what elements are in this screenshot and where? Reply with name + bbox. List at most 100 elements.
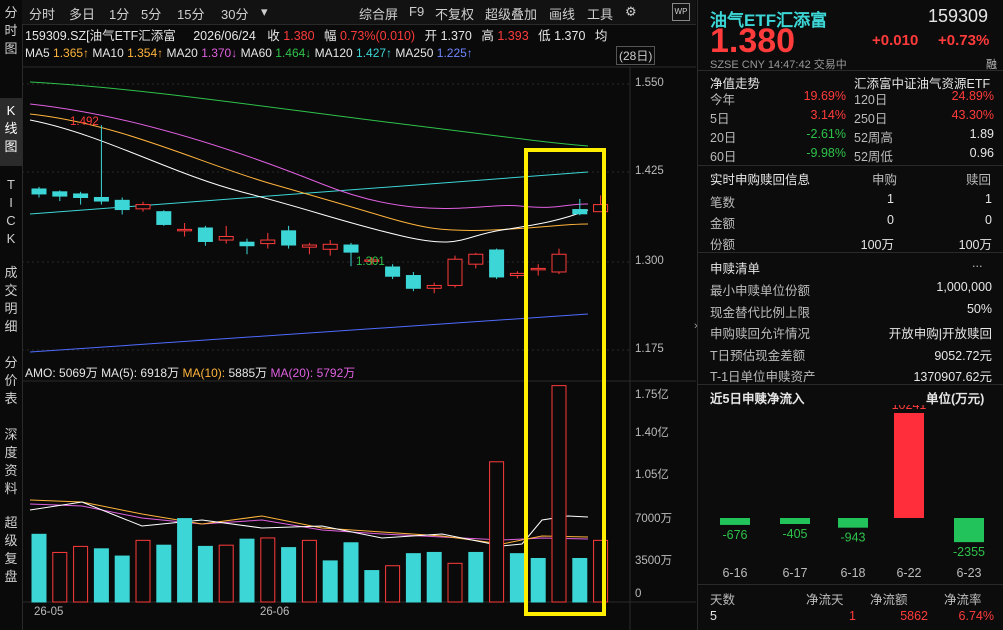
nav-period-label: 20日 — [710, 131, 737, 145]
realtime-row-label: 笔数 — [710, 196, 736, 210]
flow-bar-label: -405 — [782, 527, 807, 541]
volume-bar — [468, 551, 484, 603]
nav-kline[interactable]: K 线 图 — [0, 98, 22, 166]
period-tab-30min[interactable]: 30分 — [218, 3, 251, 24]
candle-body — [301, 244, 317, 248]
list-row-label: 现金替代比例上限 — [710, 305, 811, 320]
candle-body — [177, 228, 193, 232]
nav-period-value: 43.30% — [951, 108, 994, 122]
nav-period-value: 3.14% — [810, 108, 846, 122]
candles — [31, 125, 609, 294]
candle-body — [322, 243, 338, 250]
draw-button[interactable]: 画线 — [546, 3, 578, 24]
kline-chart-area[interactable]: 159309.SZ[油气ETF汇添富 2026/06/24 收 1.380 幅 … — [22, 24, 696, 630]
candle-body — [218, 236, 234, 241]
volume-bar — [551, 385, 567, 603]
realtime-redeem-value: 100万 — [958, 238, 992, 252]
volume-tick: 1.75亿 — [635, 389, 669, 401]
candle-body — [509, 272, 525, 277]
volume-bar — [447, 562, 463, 603]
volume-bar — [239, 538, 255, 603]
nav-tick[interactable]: T I C K — [0, 176, 22, 248]
amo-value: 5069万 — [59, 366, 98, 380]
nav-period-value: -2.61% — [806, 127, 846, 141]
ma5-line — [29, 119, 589, 243]
volume-tick: 1.05亿 — [635, 469, 669, 481]
nav-period-label: 120日 — [854, 93, 888, 107]
realtime-redeem-value: 1 — [985, 192, 992, 206]
volume-tick: 1.40亿 — [635, 427, 669, 439]
quote-panel: 油气ETF汇添富 159309 1.380 +0.010 +0.73% SZSE… — [694, 0, 1003, 630]
price-tick: 1.300 — [635, 255, 664, 267]
period-tab-timeshare[interactable]: 分时 — [26, 3, 58, 24]
volume-bar — [52, 551, 68, 603]
collapse-arrow-icon[interactable]: › — [694, 320, 698, 332]
flow-bar-label: -943 — [840, 531, 865, 545]
volume-bar — [218, 544, 234, 603]
volume-tick: 3500万 — [635, 555, 673, 567]
candle-body — [114, 199, 130, 211]
nav-period-value: -9.98% — [806, 146, 846, 160]
nav-label: T I C K — [6, 177, 16, 246]
vol-ma20-label: MA(20): — [270, 366, 314, 380]
candle-body — [447, 258, 463, 286]
flow-footer-value: 5862 — [900, 609, 928, 623]
volume-bar — [301, 539, 317, 603]
tools-button[interactable]: 工具 — [584, 3, 616, 24]
volume-bar — [31, 533, 47, 603]
vol-ma5-label: MA(5): — [101, 366, 138, 380]
volume-bars — [31, 385, 609, 603]
adjust-button[interactable]: 不复权 — [432, 3, 477, 24]
ma60-line — [29, 81, 589, 147]
price-change: +0.010 — [872, 32, 919, 49]
nav-trades[interactable]: 成 交 明 细 — [0, 264, 22, 336]
candle-body — [281, 230, 297, 246]
overlay-button[interactable]: 超级叠加 — [482, 3, 540, 24]
period-tab-5min[interactable]: 5分 — [138, 3, 164, 24]
list-row-value: 开放申购|开放赎回 — [888, 327, 992, 341]
volume-legend: AMO: 5069万 MA(5): 6918万 MA(10): 5885万 MA… — [25, 364, 355, 381]
nav-period-label: 5日 — [710, 112, 730, 126]
volume-bar — [530, 557, 546, 603]
volume-bar — [260, 537, 276, 603]
period-tab-multiday[interactable]: 多日 — [66, 3, 98, 24]
price-tick: 1.425 — [635, 165, 664, 177]
flow-bar-label: -2355 — [953, 545, 985, 559]
list-row-label: 申购赎回允许情况 — [710, 327, 811, 341]
flow-bar-label: -676 — [722, 528, 747, 542]
gear-icon[interactable]: ⚙ — [622, 3, 640, 21]
nav-label: 分 时 图 — [4, 5, 18, 56]
nav-replay[interactable]: 超 级 复 盘 — [0, 514, 22, 586]
volume-ma10-line — [29, 499, 589, 545]
more-icon[interactable]: ... — [972, 256, 982, 270]
candle-body — [197, 227, 213, 242]
flow-bar — [894, 413, 924, 518]
list-title: 申赎清单 — [710, 262, 761, 276]
date-tick: 26-06 — [260, 606, 290, 618]
realtime-subscribe-value: 0 — [887, 213, 894, 227]
vol-ma20-value: 5792万 — [316, 366, 356, 380]
nav-depth-info[interactable]: 深 度 资 料 — [0, 426, 22, 498]
nav-timeshare[interactable]: 分 时 图 — [0, 4, 22, 58]
volume-bar — [93, 548, 109, 603]
realtime-row-label: 金额 — [710, 217, 736, 231]
nav-period-value: 0.96 — [969, 146, 994, 160]
period-tab-1min[interactable]: 1分 — [106, 3, 132, 24]
period-tab-15min[interactable]: 15分 — [174, 3, 207, 24]
nav-price-table[interactable]: 分 价 表 — [0, 354, 22, 408]
price-tick: 1.550 — [635, 77, 664, 89]
candle-body — [343, 244, 359, 253]
volume-bar — [114, 555, 130, 603]
chevron-down-icon[interactable]: ▾ — [258, 3, 271, 21]
nav-period-value: 1.89 — [969, 127, 994, 141]
f9-button[interactable]: F9 — [406, 3, 427, 20]
overview-button[interactable]: 综合屏 — [356, 3, 401, 24]
volume-bar — [177, 518, 193, 603]
candle-body — [385, 266, 401, 277]
nav-period-label: 250日 — [854, 112, 888, 126]
candle-body — [93, 196, 109, 202]
volume-tick: 0 — [635, 588, 642, 600]
wp-icon[interactable]: WP — [672, 3, 690, 21]
left-nav: 分 时 图 K 线 图 T I C K 成 交 明 细 分 价 表 深 度 资 … — [0, 0, 23, 630]
price-change-pct: +0.73% — [938, 32, 990, 49]
